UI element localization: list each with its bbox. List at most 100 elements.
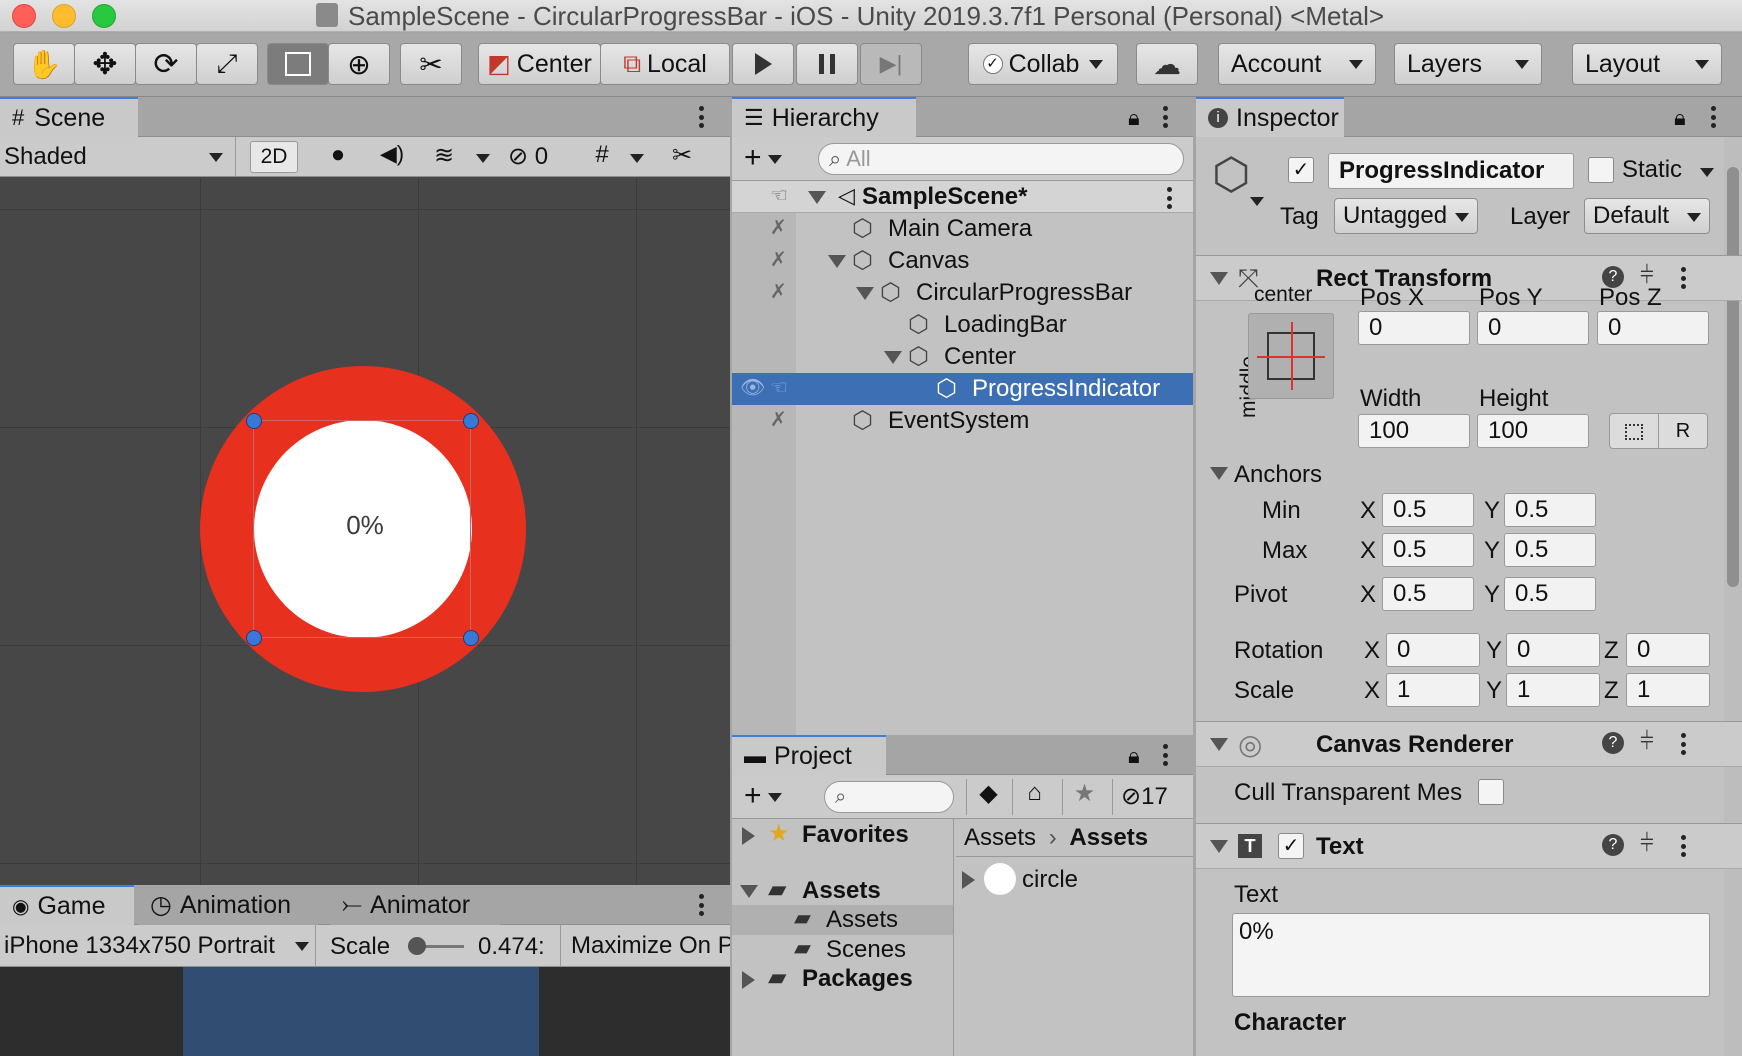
hidden-objects-toggle[interactable]: ⊘ 0 bbox=[508, 141, 574, 173]
play-button[interactable] bbox=[732, 43, 794, 85]
chevron-down-icon[interactable] bbox=[1700, 168, 1714, 177]
account-dropdown[interactable]: Account bbox=[1218, 43, 1376, 85]
preset-icon[interactable]: ⫩ bbox=[1640, 830, 1654, 858]
close-window-button[interactable] bbox=[12, 4, 36, 28]
expand-arrow-icon[interactable] bbox=[856, 287, 874, 300]
preset-icon[interactable]: ⫩ bbox=[1640, 728, 1654, 756]
rect-handle-top-right[interactable] bbox=[463, 413, 479, 429]
project-search-input[interactable]: ⌕ bbox=[824, 781, 954, 813]
rect-handle-top-left[interactable] bbox=[246, 413, 262, 429]
scale-tool-button[interactable]: ⤢ bbox=[196, 43, 258, 85]
hierarchy-item[interactable]: ✗ ⬡ Canvas bbox=[732, 245, 1193, 277]
scale-y-field[interactable]: 1 bbox=[1506, 673, 1600, 707]
2d-mode-toggle[interactable]: 2D bbox=[250, 141, 298, 173]
hierarchy-menu-icon[interactable] bbox=[1162, 106, 1168, 128]
rect-tool-button[interactable] bbox=[267, 43, 329, 85]
rotation-z-field[interactable]: 0 bbox=[1626, 633, 1710, 667]
tree-item-packages[interactable]: ▰ Packages bbox=[732, 963, 953, 995]
lighting-toggle[interactable]: ● bbox=[318, 141, 358, 173]
hierarchy-item[interactable]: ✗ ⬡ Main Camera bbox=[732, 213, 1193, 245]
game-menu-icon[interactable] bbox=[698, 894, 704, 916]
step-button[interactable]: ▶| bbox=[860, 43, 922, 85]
component-menu-icon[interactable] bbox=[1680, 267, 1686, 289]
tab-project[interactable]: ▬ Project bbox=[732, 735, 886, 775]
pick-toggle-icon[interactable]: ☜ bbox=[770, 375, 788, 400]
text-component-header[interactable]: T ✓ Text ? ⫩ bbox=[1196, 823, 1742, 869]
pick-toggle-icon[interactable]: ☜ bbox=[770, 183, 788, 208]
width-field[interactable]: 100 bbox=[1358, 414, 1470, 448]
effects-toggle[interactable]: ≋ bbox=[424, 141, 464, 173]
layout-dropdown[interactable]: Layout bbox=[1572, 43, 1722, 85]
transform-tool-button[interactable]: ⊕ bbox=[328, 43, 390, 85]
gizmos-toggle[interactable]: ✂ bbox=[662, 141, 702, 173]
tab-animation[interactable]: ◷ Animation bbox=[138, 885, 318, 925]
hand-tool-button[interactable]: ✋ bbox=[13, 43, 75, 85]
rotate-tool-button[interactable]: ⟳ bbox=[135, 43, 197, 85]
hierarchy-item[interactable]: ✗ ⬡ CircularProgressBar bbox=[732, 277, 1193, 309]
tree-item-assets[interactable]: ▰ Assets bbox=[732, 875, 953, 907]
rotation-x-field[interactable]: 0 bbox=[1386, 633, 1480, 667]
foldout-arrow-icon[interactable] bbox=[1210, 272, 1228, 285]
chevron-down-icon[interactable] bbox=[1250, 197, 1264, 206]
create-button[interactable]: + bbox=[744, 141, 782, 175]
hidden-packages-toggle[interactable]: ⊘17 bbox=[1112, 779, 1192, 815]
shading-mode-dropdown[interactable]: Shaded bbox=[0, 137, 236, 176]
minimize-window-button[interactable] bbox=[52, 4, 76, 28]
pause-button[interactable] bbox=[796, 43, 858, 85]
scene-menu-icon[interactable] bbox=[1166, 187, 1172, 209]
component-menu-icon[interactable] bbox=[1680, 733, 1686, 755]
anchor-min-x-field[interactable]: 0.5 bbox=[1382, 493, 1474, 527]
expand-arrow-icon[interactable] bbox=[828, 255, 846, 268]
move-tool-button[interactable]: ✥ bbox=[74, 43, 136, 85]
tab-inspector[interactable]: i Inspector bbox=[1196, 97, 1344, 137]
lock-icon[interactable]: 🔒︎ bbox=[1128, 743, 1140, 769]
scale-x-field[interactable]: 1 bbox=[1386, 673, 1480, 707]
tab-animator[interactable]: ⤚ Animator bbox=[330, 885, 500, 925]
text-enabled-checkbox[interactable]: ✓ bbox=[1278, 833, 1304, 859]
rect-handle-bottom-right[interactable] bbox=[463, 630, 479, 646]
foldout-arrow-icon[interactable] bbox=[1210, 467, 1228, 480]
tree-item-scenes[interactable]: ▰ Scenes bbox=[732, 935, 953, 965]
height-field[interactable]: 100 bbox=[1477, 414, 1589, 448]
anchor-min-y-field[interactable]: 0.5 bbox=[1504, 493, 1596, 527]
expand-arrow-icon[interactable] bbox=[742, 971, 755, 989]
scene-menu-icon[interactable] bbox=[698, 106, 704, 128]
chevron-down-icon[interactable] bbox=[476, 154, 490, 163]
tag-dropdown[interactable]: Untagged bbox=[1334, 198, 1478, 234]
pick-disabled-icon[interactable]: ✗ bbox=[770, 279, 787, 304]
scale-slider-thumb[interactable] bbox=[408, 937, 426, 955]
resolution-dropdown[interactable]: iPhone 1334x750 Portrait bbox=[0, 925, 316, 967]
layer-dropdown[interactable]: Default bbox=[1584, 198, 1710, 234]
rotation-y-field[interactable]: 0 bbox=[1506, 633, 1600, 667]
filter-by-type-button[interactable]: ◆ bbox=[966, 779, 1010, 815]
pivot-rotation-button[interactable]: ⧉ Local bbox=[600, 43, 730, 85]
breadcrumb-item[interactable]: Assets bbox=[964, 824, 1036, 851]
help-icon[interactable]: ? bbox=[1602, 834, 1624, 856]
canvas-renderer-header[interactable]: ◎ Canvas Renderer ? ⫩ bbox=[1196, 721, 1742, 767]
raw-edit-button[interactable]: R bbox=[1658, 413, 1708, 449]
hierarchy-search-input[interactable]: ⌕ All bbox=[818, 143, 1184, 175]
text-content-area[interactable]: 0% bbox=[1232, 913, 1710, 997]
static-checkbox[interactable] bbox=[1588, 157, 1614, 183]
pick-disabled-icon[interactable]: ✗ bbox=[770, 247, 787, 272]
tree-item-favorites[interactable]: ★ Favorites bbox=[732, 819, 953, 851]
lock-icon[interactable]: 🔒︎ bbox=[1674, 105, 1686, 131]
help-icon[interactable]: ? bbox=[1602, 732, 1624, 754]
cull-transparent-checkbox[interactable] bbox=[1478, 779, 1504, 805]
object-name-field[interactable]: ProgressIndicator bbox=[1328, 153, 1574, 189]
scrollbar-thumb[interactable] bbox=[1727, 167, 1739, 587]
eye-icon[interactable]: 👁︎ bbox=[740, 375, 765, 400]
tab-hierarchy[interactable]: ☰ Hierarchy bbox=[732, 97, 916, 137]
pivot-mode-button[interactable]: ◩ Center bbox=[478, 43, 601, 85]
hierarchy-item[interactable]: ⬡ Center bbox=[732, 341, 1193, 373]
scene-viewport[interactable]: 0% bbox=[0, 178, 730, 885]
create-asset-button[interactable]: + bbox=[744, 779, 782, 813]
component-menu-icon[interactable] bbox=[1680, 835, 1686, 857]
expand-arrow-icon[interactable] bbox=[962, 871, 975, 889]
project-menu-icon[interactable] bbox=[1162, 744, 1168, 766]
scale-z-field[interactable]: 1 bbox=[1626, 673, 1710, 707]
hierarchy-item-selected[interactable]: 👁︎ ☜ ⬡ ProgressIndicator bbox=[732, 373, 1193, 405]
anchor-max-y-field[interactable]: 0.5 bbox=[1504, 533, 1596, 567]
hierarchy-item[interactable]: ☜ ◁ SampleScene* bbox=[732, 181, 1193, 213]
foldout-arrow-icon[interactable] bbox=[1210, 738, 1228, 751]
